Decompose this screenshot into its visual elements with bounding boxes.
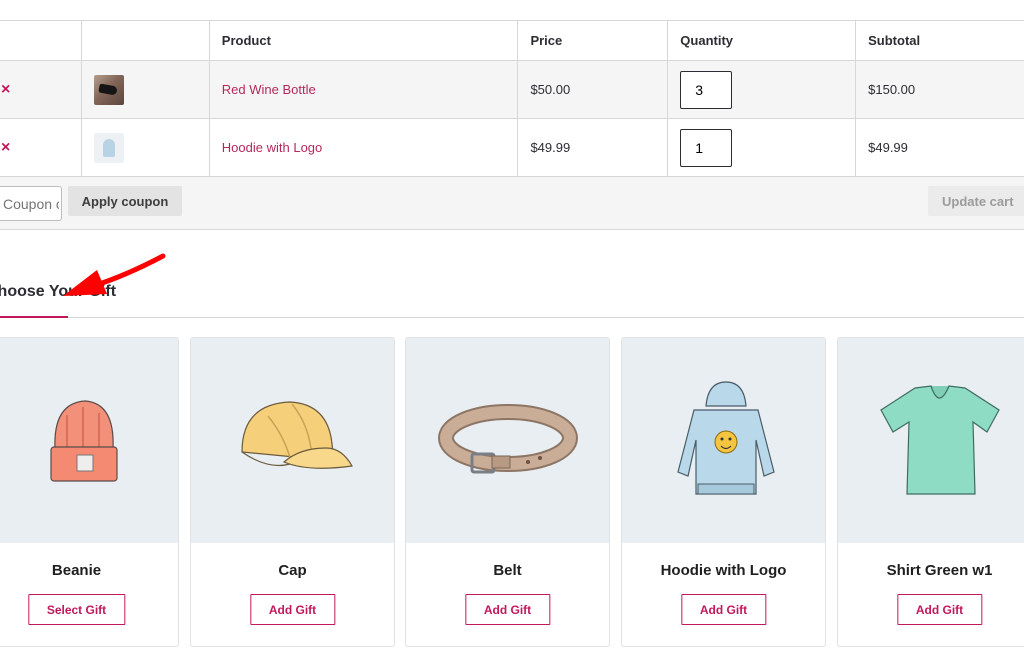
gift-product-card[interactable]: Belt Add Gift: [405, 337, 610, 647]
item-price: $49.99: [517, 118, 669, 177]
coupon-code-input[interactable]: [0, 186, 62, 221]
header-remove: [0, 20, 82, 61]
remove-item-icon[interactable]: ×: [0, 81, 10, 98]
shirt-icon: [879, 384, 1000, 495]
add-gift-button[interactable]: Add Gift: [464, 594, 551, 625]
hoodie-icon: [676, 380, 775, 495]
gift-product-card[interactable]: Cap Add Gift: [190, 337, 395, 647]
wine-bottle-thumbnail[interactable]: [93, 74, 124, 105]
item-subtotal: $49.99: [855, 118, 1024, 177]
select-gift-button[interactable]: Select Gift: [27, 594, 126, 625]
product-link-hoodie-with-logo[interactable]: Hoodie with Logo: [222, 140, 322, 155]
gift-product-name: Cap: [278, 562, 307, 579]
gift-tab-underline: [0, 316, 68, 318]
gift-product-name: Hoodie with Logo: [660, 562, 787, 579]
belt-icon: [437, 403, 578, 473]
header-quantity: Quantity: [667, 20, 857, 61]
header-price: Price: [517, 20, 669, 61]
gift-product-card[interactable]: Hoodie with Logo Add Gift: [621, 337, 826, 647]
gift-product-name: Belt: [493, 562, 522, 579]
quantity-input[interactable]: [680, 70, 733, 109]
belt-image[interactable]: [406, 338, 609, 543]
beanie-icon: [49, 399, 118, 482]
gift-divider: [0, 317, 1024, 318]
cart-row: × Hoodie with Logo $49.99 $49.99: [0, 118, 1024, 177]
gift-product-card[interactable]: Shirt Green w1 Add Gift: [837, 337, 1024, 647]
cap-image[interactable]: [191, 338, 394, 543]
item-subtotal: $150.00: [855, 60, 1024, 119]
hoodie-thumbnail[interactable]: [93, 132, 124, 163]
product-link-red-wine-bottle[interactable]: Red Wine Bottle: [222, 82, 316, 97]
hoodie-image[interactable]: [622, 338, 825, 543]
cart-row: × Red Wine Bottle $50.00 $150.00: [0, 60, 1024, 119]
update-cart-button[interactable]: Update cart: [928, 186, 1024, 216]
add-gift-button[interactable]: Add Gift: [896, 594, 983, 625]
header-subtotal: Subtotal: [855, 20, 1024, 61]
quantity-input[interactable]: [680, 128, 733, 167]
cap-icon: [240, 400, 353, 469]
header-thumbnail: [80, 20, 210, 61]
red-arrow-pointer-icon: [63, 253, 166, 296]
add-gift-button[interactable]: Add Gift: [680, 594, 767, 625]
gift-product-name: Shirt Green w1: [886, 562, 993, 579]
shirt-image[interactable]: [838, 338, 1024, 543]
gift-product-card[interactable]: Beanie Select Gift: [0, 337, 179, 647]
beanie-image[interactable]: [0, 338, 178, 543]
gift-product-name: Beanie: [51, 562, 102, 579]
remove-item-icon[interactable]: ×: [0, 139, 10, 156]
header-product: Product: [208, 20, 519, 61]
item-price: $50.00: [517, 60, 669, 119]
apply-coupon-button[interactable]: Apply coupon: [68, 186, 182, 216]
add-gift-button[interactable]: Add Gift: [249, 594, 336, 625]
cart-header-row: Product Price Quantity Subtotal: [0, 20, 1024, 61]
